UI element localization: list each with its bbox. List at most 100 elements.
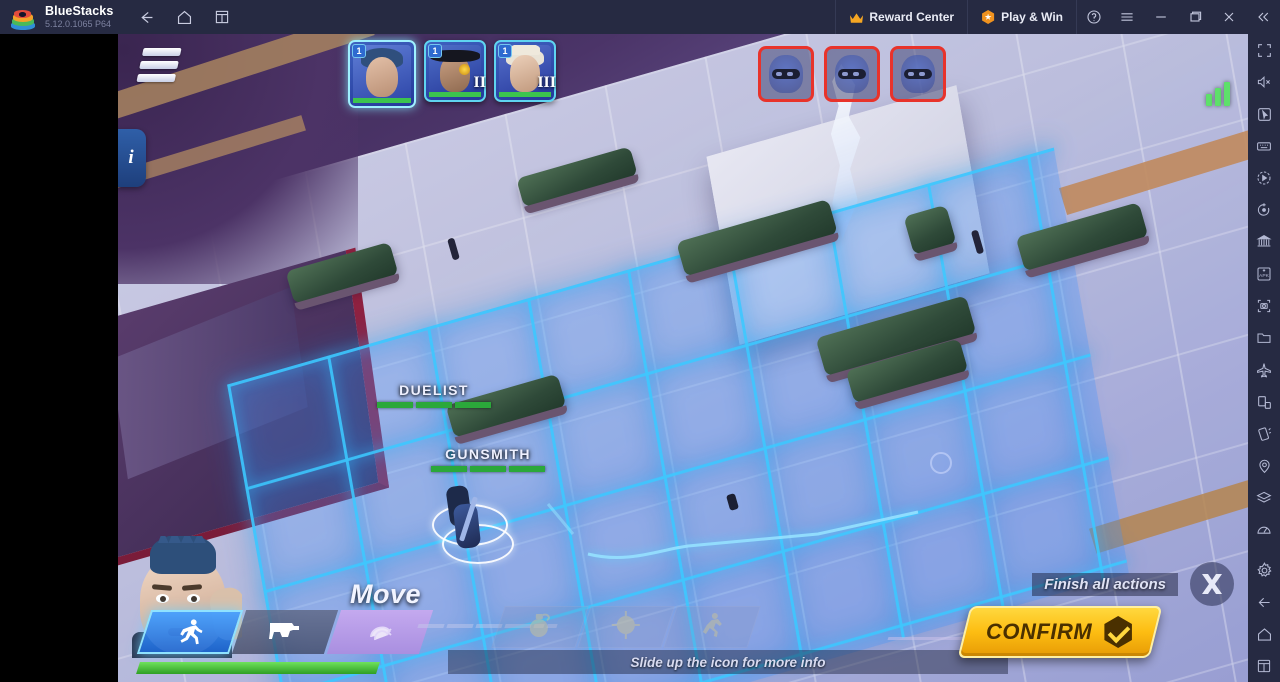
enemy-card-2[interactable] [824, 46, 880, 102]
multi-window-icon[interactable] [1248, 386, 1280, 418]
reward-center-button[interactable]: Reward Center [835, 0, 967, 34]
star-badge-icon [982, 10, 995, 24]
play-and-win-button[interactable]: Play & Win [967, 0, 1076, 34]
masked-enemy-icon [901, 55, 935, 93]
signal-bars-icon[interactable] [1206, 76, 1230, 106]
reward-center-label: Reward Center [869, 10, 955, 24]
unit-level-badge: 1 [498, 44, 512, 58]
unit-health-bar [353, 98, 411, 103]
mute-icon[interactable] [1248, 66, 1280, 98]
speedometer-icon[interactable] [1248, 514, 1280, 546]
swirl-skill-icon [365, 618, 395, 646]
character-health-bar [136, 662, 380, 674]
left-letterbox [0, 34, 118, 682]
cursor-icon[interactable] [1248, 98, 1280, 130]
settings-icon[interactable] [1248, 554, 1280, 586]
rotate-icon[interactable] [1248, 194, 1280, 226]
ability-grenade-button[interactable] [491, 606, 589, 648]
unit-order-numeral: III [537, 74, 556, 91]
revolver-icon [268, 619, 302, 645]
hud-hint-bar: Slide up the icon for more info [448, 650, 1008, 674]
back-icon[interactable] [1248, 586, 1280, 618]
fullscreen-icon[interactable] [1248, 34, 1280, 66]
unit-level-badge: 1 [352, 44, 366, 58]
skip-turn-x-button[interactable] [1190, 562, 1234, 606]
maximize-button[interactable] [1178, 0, 1212, 34]
back-button[interactable] [135, 6, 157, 28]
home-icon[interactable] [1248, 618, 1280, 650]
unit-health-bar [398, 466, 578, 472]
ally-card-1[interactable]: 1 [348, 40, 416, 108]
crown-icon [849, 12, 864, 23]
ability-target-button[interactable] [577, 606, 675, 648]
menu-button[interactable] [1110, 0, 1144, 34]
info-icon: i [128, 147, 134, 168]
masked-enemy-icon [835, 55, 869, 93]
check-badge-icon [1102, 616, 1134, 648]
info-button[interactable]: i [118, 129, 146, 187]
unit-level-badge: 1 [428, 44, 442, 58]
minimize-button[interactable] [1144, 0, 1178, 34]
ability-buttons [491, 606, 761, 648]
unit-order-numeral: II [473, 74, 486, 91]
game-menu-button[interactable] [136, 48, 182, 82]
unit-name: DUELIST [399, 382, 469, 398]
unit-health-bar [344, 402, 524, 408]
apk-install-icon[interactable]: APK [1248, 258, 1280, 290]
unit-name: GUNSMITH [445, 446, 531, 462]
current-action-label: Move [350, 579, 422, 609]
ability-sprint-button[interactable] [663, 606, 761, 648]
finish-actions-label: Finish all actions [1032, 572, 1178, 596]
grenade-icon [525, 610, 555, 645]
masked-enemy-icon [769, 55, 803, 93]
x-icon [1202, 574, 1222, 594]
hud-hint-text: Slide up the icon for more info [630, 654, 826, 670]
unit-label-gunsmith: GUNSMITH [398, 446, 578, 472]
unit-status-dot [459, 64, 470, 75]
bluestacks-logo [10, 4, 36, 30]
shoot-action-button[interactable] [231, 610, 339, 654]
macro-recorder-icon[interactable] [1248, 162, 1280, 194]
play-and-win-label: Play & Win [1001, 10, 1063, 24]
finish-actions-row: Finish all actions [1032, 562, 1234, 606]
action-buttons [136, 610, 434, 654]
enemy-card-3[interactable] [890, 46, 946, 102]
media-manager-icon[interactable] [1248, 322, 1280, 354]
screenshot-icon[interactable] [1248, 290, 1280, 322]
multi-instance-manager-icon[interactable] [1248, 226, 1280, 258]
unit-health-bar [429, 92, 481, 97]
unit-health-bar [499, 92, 551, 97]
ally-unit-cards: 1 1 II 1 III [348, 40, 556, 108]
keyboard-controls-icon[interactable] [1248, 130, 1280, 162]
enemy-card-1[interactable] [758, 46, 814, 102]
close-button[interactable] [1212, 0, 1246, 34]
app-title: BlueStacks [45, 4, 114, 19]
running-man-icon [175, 617, 205, 647]
location-icon[interactable] [1248, 450, 1280, 482]
crosshair-icon [611, 610, 641, 645]
titlebar-nav-group [135, 6, 233, 28]
game-viewport[interactable]: DUELIST GUNSMITH i 1 1 II 1 III Move Sli… [118, 34, 1248, 682]
move-action-button[interactable] [136, 610, 244, 654]
layers-icon[interactable] [1248, 482, 1280, 514]
bluestacks-titlebar: BlueStacks 5.12.0.1065 P64 Reward Center… [0, 0, 1280, 34]
confirm-button[interactable]: CONFIRM [957, 606, 1163, 658]
sprint-icon [697, 610, 727, 645]
collapse-sidebar-button[interactable] [1246, 0, 1280, 34]
scene-prop [930, 452, 952, 474]
unit-label-duelist: DUELIST [344, 382, 524, 408]
help-button[interactable] [1076, 0, 1110, 34]
multi-instance-button[interactable] [211, 6, 233, 28]
ally-card-2[interactable]: 1 II [424, 40, 486, 102]
shake-icon[interactable] [1248, 418, 1280, 450]
recents-icon[interactable] [1248, 650, 1280, 682]
bluestacks-sidebar: APK [1248, 34, 1280, 682]
home-button[interactable] [173, 6, 195, 28]
enemy-unit-cards [758, 46, 946, 102]
skill-action-button[interactable] [326, 610, 434, 654]
svg-text:APK: APK [1259, 273, 1270, 279]
confirm-label: CONFIRM [985, 619, 1093, 644]
app-version: 5.12.0.1065 P64 [45, 18, 112, 29]
airplane-eco-mode-icon[interactable] [1248, 354, 1280, 386]
ally-card-3[interactable]: 1 III [494, 40, 556, 102]
